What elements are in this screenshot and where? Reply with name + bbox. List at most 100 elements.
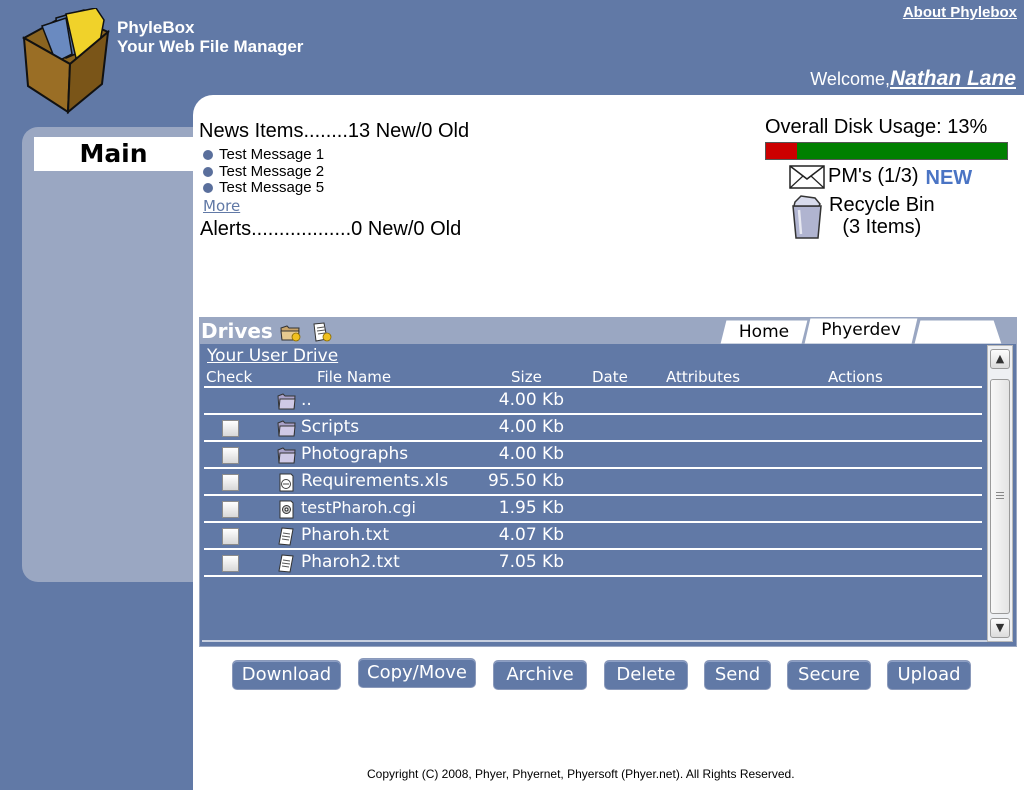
file-size: 7.05 Kb [498, 552, 564, 572]
folder-icon [277, 447, 296, 464]
app-tagline: Your Web File Manager [117, 37, 304, 56]
drives-title: Drives [201, 319, 273, 343]
disk-usage-fill [766, 143, 798, 159]
file-name[interactable]: Requirements.xls [301, 471, 448, 491]
text-file-icon [278, 554, 294, 573]
bullet-icon [203, 150, 213, 161]
tab-home[interactable]: Home [720, 320, 808, 344]
table-row[interactable]: Pharoh2.txt 7.05 Kb [204, 550, 982, 577]
news-list: Test Message 1 Test Message 2 Test Messa… [203, 146, 325, 197]
file-box-icon [21, 8, 110, 115]
upload-button[interactable]: Upload [887, 660, 971, 690]
file-list: Your User Drive Check File Name Size Dat… [202, 344, 987, 644]
envelope-icon [789, 164, 825, 189]
about-link[interactable]: About Phylebox [903, 4, 1017, 21]
file-size: 4.07 Kb [498, 525, 564, 545]
file-name[interactable]: Pharoh.txt [301, 525, 389, 545]
spreadsheet-file-icon [279, 473, 294, 492]
download-button[interactable]: Download [232, 660, 341, 690]
file-list-scrollbar[interactable]: ▲ ▼ [987, 345, 1013, 642]
grip-line [996, 498, 1004, 499]
table-row[interactable]: testPharoh.cgi 1.95 Kb [204, 496, 982, 523]
file-name[interactable]: Scripts [301, 417, 359, 437]
disk-usage-bar [765, 142, 1008, 160]
table-row[interactable]: Pharoh.txt 4.07 Kb [204, 523, 982, 550]
column-header-attributes: Attributes [666, 368, 741, 386]
tab-home-label: Home [738, 322, 790, 342]
column-header-date[interactable]: Date [592, 368, 628, 386]
drives-panel: Drives Home Phyerdev Your User Drive Che… [199, 317, 1017, 647]
tab-phyerdev-label: Phyerdev [821, 320, 901, 340]
scroll-thumb[interactable] [990, 379, 1010, 614]
file-size: 95.50 Kb [487, 471, 564, 491]
recycle-bin-link[interactable]: Recycle Bin (3 Items) [789, 194, 935, 240]
bullet-icon [203, 183, 213, 194]
news-item-label: Test Message 1 [219, 146, 325, 163]
news-item[interactable]: Test Message 5 [203, 179, 325, 197]
file-size: 4.00 Kb [498, 444, 564, 464]
column-header-file-name[interactable]: File Name [317, 368, 391, 386]
file-size: 1.95 Kb [498, 498, 564, 518]
row-checkbox[interactable] [222, 528, 239, 545]
welcome-message: Welcome,Nathan Lane [810, 67, 1016, 91]
column-header-actions: Actions [828, 368, 883, 386]
delete-button[interactable]: Delete [604, 660, 688, 690]
table-row[interactable]: Scripts 4.00 Kb [204, 415, 982, 442]
send-button[interactable]: Send [704, 660, 771, 690]
sidebar [22, 127, 197, 582]
welcome-prefix: Welcome, [810, 69, 890, 89]
file-name[interactable]: testPharoh.cgi [301, 498, 416, 517]
recycle-bin-label: Recycle Bin [829, 194, 935, 216]
sidebar-item-main[interactable]: Main [34, 137, 193, 171]
script-file-icon [279, 500, 294, 519]
row-checkbox[interactable] [222, 420, 239, 437]
secure-button[interactable]: Secure [787, 660, 871, 690]
text-file-icon [278, 527, 294, 546]
new-folder-icon[interactable] [279, 321, 301, 343]
table-row[interactable]: .. 4.00 Kb [204, 388, 982, 415]
copy-move-button[interactable]: Copy/Move [358, 658, 476, 688]
pm-new-badge: NEW [925, 167, 973, 189]
file-name[interactable]: Photographs [301, 444, 408, 464]
user-drive-link[interactable]: Your User Drive [207, 346, 338, 366]
file-name[interactable]: Pharoh2.txt [301, 552, 400, 572]
bullet-icon [203, 166, 213, 177]
user-name-link[interactable]: Nathan Lane [890, 67, 1016, 90]
scroll-down-icon[interactable]: ▼ [990, 618, 1010, 638]
grip-line [996, 492, 1004, 493]
pm-label: PM's (1/3) [828, 165, 919, 187]
news-item[interactable]: Test Message 1 [203, 146, 325, 164]
folder-icon [277, 420, 296, 437]
alerts-summary: Alerts..................0 New/0 Old [200, 218, 462, 240]
new-file-icon[interactable] [310, 321, 332, 343]
news-title: News Items........13 New/0 Old [199, 120, 470, 142]
row-checkbox[interactable] [222, 501, 239, 518]
news-item-label: Test Message 5 [219, 179, 325, 196]
tab-phyerdev[interactable]: Phyerdev [804, 318, 918, 344]
table-row[interactable]: Requirements.xls 95.50 Kb [204, 469, 982, 496]
copyright-text: Copyright (C) 2008, Phyer, Phyernet, Phy… [367, 767, 795, 781]
file-name[interactable]: .. [301, 390, 312, 410]
row-checkbox[interactable] [222, 447, 239, 464]
disk-usage-label: Overall Disk Usage: 13% [765, 116, 988, 138]
recycle-bin-count: (3 Items) [842, 216, 922, 238]
file-size: 4.00 Kb [498, 417, 564, 437]
scroll-up-icon[interactable]: ▲ [990, 349, 1010, 369]
row-checkbox[interactable] [222, 474, 239, 491]
news-item-label: Test Message 2 [219, 162, 325, 180]
column-header-check: Check [206, 368, 253, 386]
grip-line [996, 495, 1004, 496]
private-messages-link[interactable]: PM's (1/3) NEW [789, 163, 972, 190]
news-more-link[interactable]: More [203, 197, 240, 215]
list-bottom-border [202, 640, 987, 642]
news-item[interactable]: Test Message 2 [203, 162, 325, 181]
tab-new[interactable] [914, 320, 1004, 344]
column-header-size[interactable]: Size [511, 368, 542, 386]
recycle-bin-icon [792, 195, 822, 239]
table-row[interactable]: Photographs 4.00 Kb [204, 442, 982, 469]
archive-button[interactable]: Archive [493, 660, 587, 690]
file-size: 4.00 Kb [498, 390, 564, 410]
row-checkbox[interactable] [222, 555, 239, 572]
folder-icon [277, 393, 296, 410]
app-name: PhyleBox [117, 18, 195, 37]
